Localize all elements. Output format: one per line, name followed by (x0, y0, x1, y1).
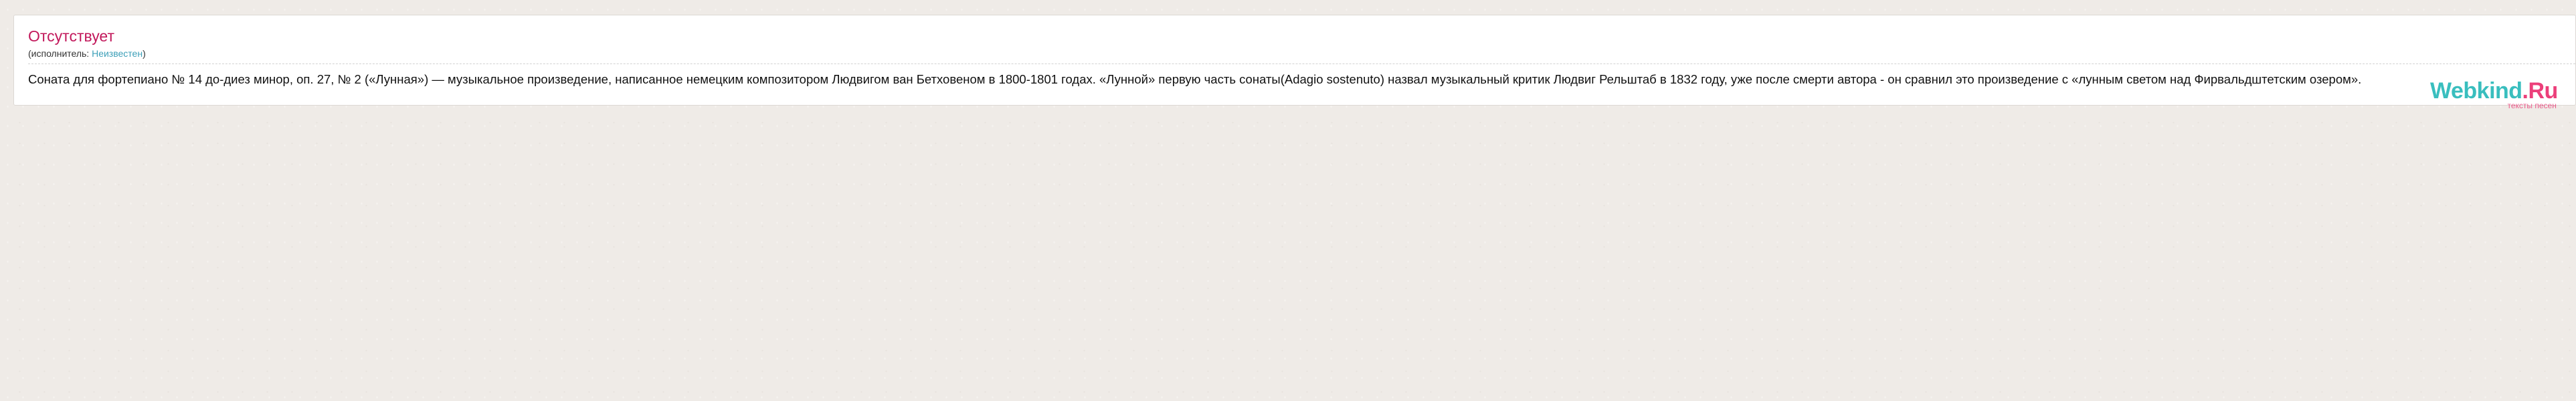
song-card: Отсутствует (исполнитель: Неизвестен) Со… (13, 15, 2576, 106)
song-title: Отсутствует (28, 27, 114, 45)
performer-suffix: ) (143, 48, 146, 59)
performer-link[interactable]: Неизвестен (92, 48, 143, 59)
performer-line: (исполнитель: Неизвестен) (28, 48, 146, 59)
song-description: Соната для фортепиано № 14 до-диез минор… (28, 72, 2362, 86)
performer-prefix: (исполнитель: (28, 48, 92, 59)
divider (28, 63, 2575, 64)
